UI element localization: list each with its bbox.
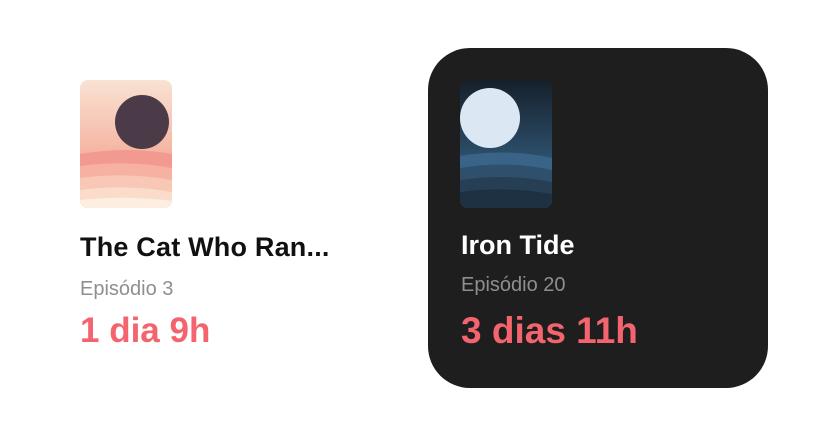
countdown-label: 3 dias 11h — [461, 310, 638, 351]
podcast-title: Iron Tide — [461, 230, 575, 260]
widget-light[interactable]: The Cat Who Ran... Episódio 3 1 dia 9h — [62, 48, 402, 388]
cover-art — [460, 80, 552, 208]
countdown-label: 1 dia 9h — [80, 311, 211, 350]
moonlit-sea-artwork-icon — [460, 80, 552, 208]
episode-label: Episódio 20 — [461, 274, 566, 296]
podcast-title: The Cat Who Ran... — [80, 232, 330, 262]
sunset-artwork-icon — [80, 80, 172, 208]
episode-label: Episódio 3 — [80, 278, 174, 300]
widget-dark[interactable]: Iron Tide Episódio 20 3 dias 11h — [428, 48, 768, 388]
cover-art — [80, 80, 172, 208]
